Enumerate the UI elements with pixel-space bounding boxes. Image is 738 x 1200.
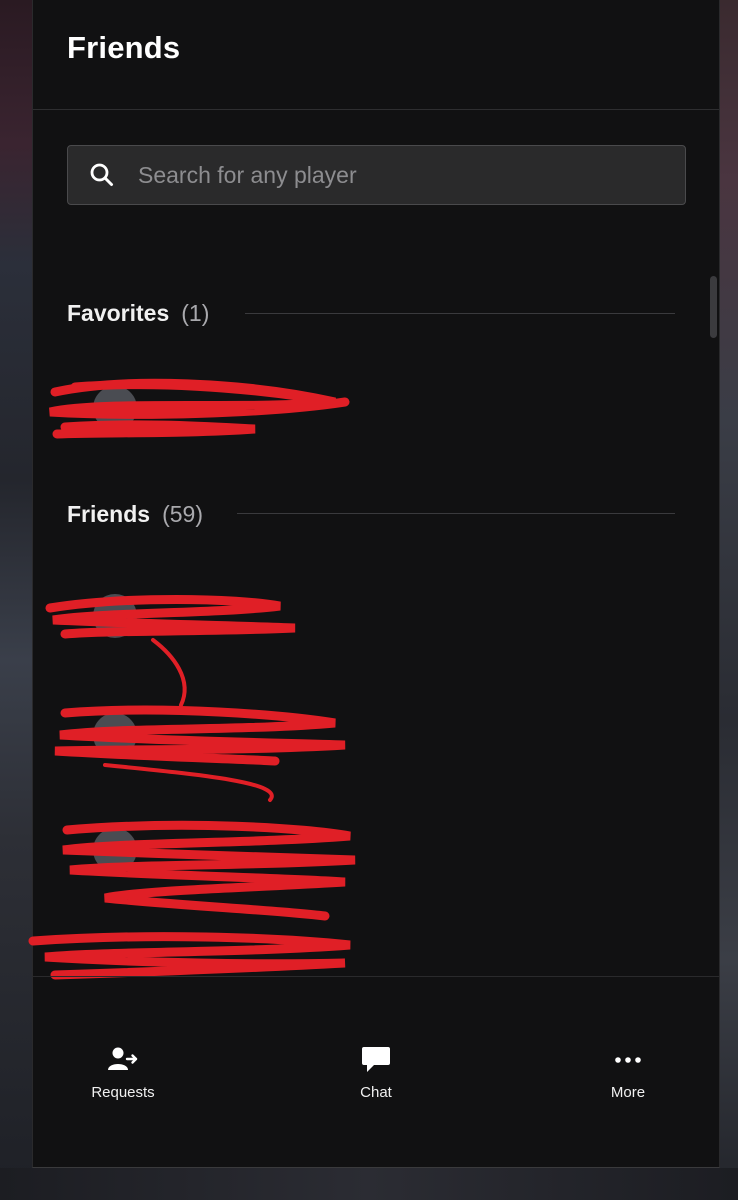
friend-list-item[interactable] [45, 378, 365, 439]
speech-bubble-icon [362, 1047, 390, 1072]
section-count: (1) [181, 300, 210, 326]
friend-list-item[interactable] [45, 586, 365, 646]
page-title: Friends [67, 30, 181, 65]
search-input[interactable] [138, 146, 685, 204]
friend-list-item[interactable] [45, 705, 365, 802]
section-title: Favorites [67, 300, 170, 326]
background-right [720, 0, 738, 1200]
section-divider [237, 513, 675, 514]
section-count: (59) [162, 501, 203, 527]
redaction-scribble [62, 820, 356, 921]
background-bottom [0, 1168, 738, 1200]
scrollbar-thumb[interactable] [710, 276, 717, 338]
chat-button[interactable]: Chat [316, 1030, 436, 1110]
favorites-section-header: Favorites (1) [67, 300, 209, 327]
search-icon [90, 163, 113, 186]
search-box[interactable] [67, 145, 686, 205]
more-button[interactable]: More [568, 1030, 688, 1110]
section-divider [245, 313, 675, 314]
panel-header: Friends [33, 0, 719, 110]
redaction-scribble [49, 378, 350, 439]
requests-button[interactable]: Requests [63, 1030, 183, 1110]
section-title: Friends [67, 501, 151, 527]
friend-list-item[interactable] [45, 820, 365, 921]
more-label: More [610, 1084, 646, 1101]
bottom-navigation: Requests Chat More [33, 1030, 719, 1110]
chat-label: Chat [360, 1084, 392, 1101]
friends-panel: Friends Favorites (1) Friends (59) [28, 0, 720, 1168]
redaction-connector [151, 638, 187, 707]
requests-label: Requests [91, 1084, 155, 1101]
footer-divider [33, 976, 719, 977]
redaction-scribble [45, 595, 296, 639]
add-person-arrow-icon [108, 1047, 138, 1070]
friends-section-header: Friends (59) [67, 501, 203, 528]
redaction-scribble [54, 705, 346, 802]
three-dots-icon [615, 1057, 641, 1063]
background-left [0, 0, 32, 1200]
